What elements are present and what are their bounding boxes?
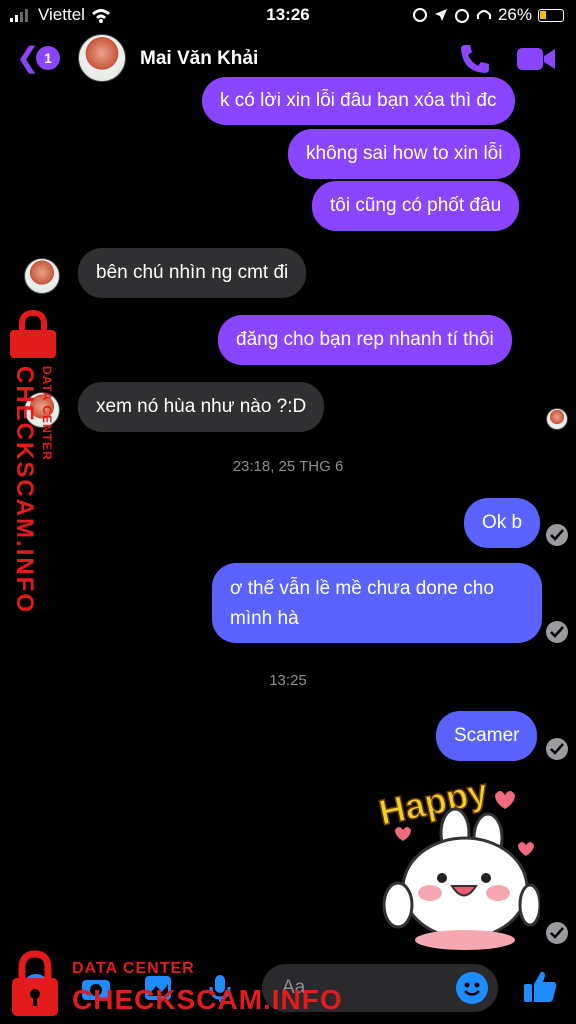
delivered-check-icon xyxy=(546,738,568,760)
sticker-happy-text: Happy xyxy=(375,770,491,833)
delivered-check-icon xyxy=(546,621,568,643)
delivered-check-icon xyxy=(546,922,568,944)
message-bubble-outgoing[interactable]: đăng cho bạn rep nhanh tí thôi xyxy=(218,315,512,365)
message-timestamp: 23:18, 25 THG 6 xyxy=(232,458,344,475)
watermark-side: CHECKSCAM.INFO DATA CENTER xyxy=(2,310,62,614)
lock-icon xyxy=(12,950,58,1016)
message-bubble-outgoing[interactable]: Scamer xyxy=(436,711,538,761)
message-bubble-incoming[interactable]: bên chú nhìn ng cmt đi xyxy=(78,248,307,298)
emoji-icon[interactable] xyxy=(456,972,488,1004)
happy-bunny-sticker[interactable]: Happy xyxy=(370,769,542,950)
message-bubble-outgoing[interactable]: không sai how to xin lỗi xyxy=(288,129,521,179)
sticker-image: Happy xyxy=(375,769,542,950)
watermark-small-text: DATA CENTER xyxy=(72,960,195,977)
battery-percent: 26% xyxy=(497,5,532,24)
battery-icon xyxy=(538,8,564,22)
message-bubble-outgoing[interactable]: tôi cũng có phốt đâu xyxy=(312,181,520,231)
message-bubble-outgoing-multiline[interactable]: ơ thế vẫn lề mề chưa done cho mình hà xyxy=(212,563,542,643)
contact-avatar[interactable] xyxy=(78,34,126,82)
thumbs-up-icon[interactable] xyxy=(522,968,558,1004)
watermark-bottom: DATA CENTER CHECKSCAM.INFO xyxy=(0,948,360,1024)
screen-rotation-lock-icon xyxy=(412,8,427,22)
lock-icon xyxy=(10,310,56,358)
message-bubble-incoming[interactable]: xem nó hùa như nào ?:D xyxy=(78,382,325,432)
video-call-icon[interactable] xyxy=(516,44,556,74)
location-icon xyxy=(434,9,447,21)
message-line: ơ thế vẫn lề mề chưa done cho xyxy=(230,578,494,599)
unread-badge: 1 xyxy=(36,46,60,70)
message-timestamp: 13:25 xyxy=(269,672,307,689)
watermark-vertical-small: DATA CENTER xyxy=(40,366,54,461)
contact-avatar-small xyxy=(24,258,60,294)
watermark-vertical-big: CHECKSCAM.INFO xyxy=(11,366,38,614)
contact-name[interactable]: Mai Văn Khải xyxy=(140,48,258,70)
watermark-big-text: CHECKSCAM.INFO xyxy=(72,984,343,1015)
message-bubble-outgoing[interactable]: k có lời xin lỗi đâu bạn xóa thì đc xyxy=(202,77,515,125)
status-bar: Viettel 13:26 26% xyxy=(0,0,576,30)
delivered-check-icon xyxy=(546,524,568,546)
status-right: 26% xyxy=(412,5,564,25)
seen-avatar xyxy=(546,408,568,430)
phone-icon[interactable] xyxy=(458,42,492,76)
message-bubble-outgoing[interactable]: Ok b xyxy=(464,498,541,548)
alarm-icon xyxy=(454,9,469,23)
message-line: mình hà xyxy=(230,608,299,629)
headphones-icon xyxy=(476,10,491,19)
